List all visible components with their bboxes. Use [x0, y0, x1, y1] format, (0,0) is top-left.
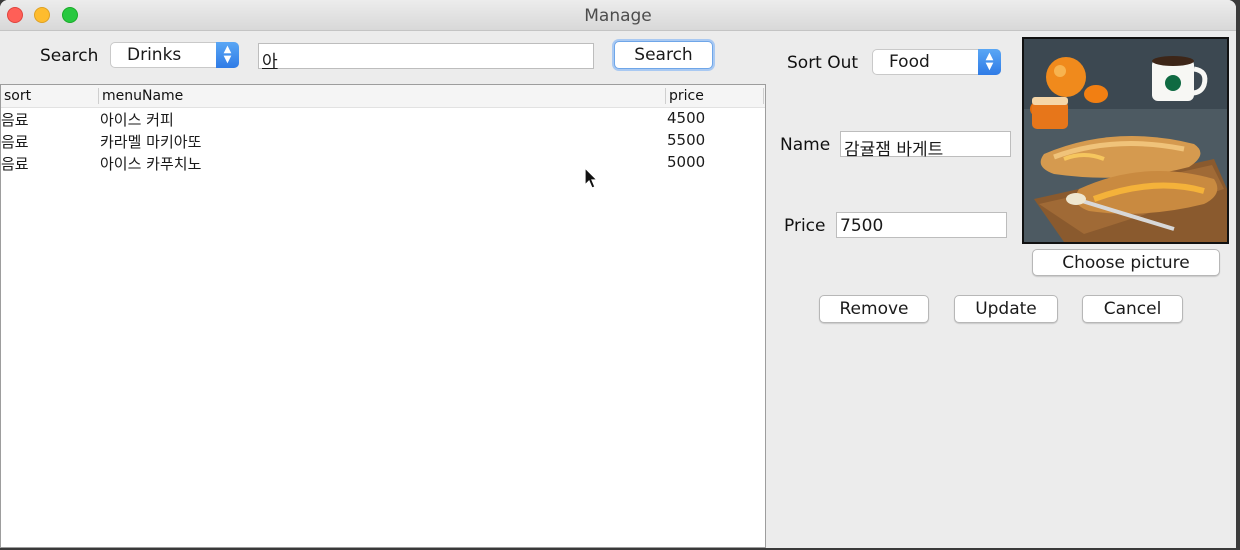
- column-header-menuname[interactable]: menuName: [102, 88, 183, 104]
- cell-price: 5000: [667, 153, 706, 171]
- price-field[interactable]: 7500: [836, 212, 1007, 238]
- cell-sort: 음료: [1, 155, 29, 173]
- cell-menuname: 카라멜 마키아또: [100, 133, 202, 151]
- menu-table[interactable]: sort menuName price 음료 아이스 커피 4500 음료 카라…: [0, 84, 766, 548]
- sort-out-label: Sort Out: [787, 53, 859, 73]
- search-category-value: Drinks: [127, 45, 182, 65]
- price-label: Price: [784, 216, 826, 236]
- update-button[interactable]: Update: [954, 295, 1058, 323]
- title-bar[interactable]: Manage: [0, 0, 1236, 31]
- search-input-value: 아: [262, 52, 278, 72]
- name-field[interactable]: 감귤잼 바게트: [840, 131, 1011, 160]
- cell-price: 5500: [667, 131, 706, 149]
- table-row[interactable]: 음료 아이스 커피 4500: [1, 108, 765, 130]
- search-category-select[interactable]: Drinks ▲ ▼: [110, 42, 239, 68]
- chevron-updown-icon: ▲ ▼: [978, 49, 1001, 75]
- column-divider: [665, 88, 666, 104]
- sort-out-value: Food: [889, 52, 930, 72]
- manage-window: Manage Search Drinks ▲ ▼ 아 Search sort me…: [0, 0, 1236, 548]
- column-divider: [763, 88, 764, 104]
- cell-menuname: 아이스 카푸치노: [100, 155, 202, 173]
- search-button[interactable]: Search: [614, 41, 713, 69]
- name-label: Name: [780, 135, 831, 155]
- column-divider: [98, 88, 99, 104]
- column-header-sort[interactable]: sort: [4, 88, 31, 104]
- column-header-price[interactable]: price: [669, 88, 704, 104]
- cell-price: 4500: [667, 109, 706, 127]
- food-photo-image: [1024, 39, 1227, 242]
- cell-menuname: 아이스 커피: [100, 111, 174, 129]
- chevron-updown-icon: ▲ ▼: [216, 42, 239, 68]
- sort-out-select[interactable]: Food ▲ ▼: [872, 49, 1001, 75]
- cancel-button[interactable]: Cancel: [1082, 295, 1183, 323]
- search-label: Search: [40, 46, 99, 66]
- window-title: Manage: [584, 6, 652, 26]
- choose-picture-button[interactable]: Choose picture: [1032, 249, 1220, 276]
- menu-picture: [1022, 37, 1229, 244]
- table-row[interactable]: 음료 아이스 카푸치노 5000: [1, 152, 765, 174]
- table-row[interactable]: 음료 카라멜 마키아또 5500: [1, 130, 765, 152]
- mouse-pointer-icon: [584, 167, 599, 189]
- table-header: sort menuName price: [1, 85, 765, 108]
- search-input[interactable]: 아: [258, 43, 594, 72]
- cell-sort: 음료: [1, 133, 29, 151]
- cell-sort: 음료: [1, 111, 29, 129]
- remove-button[interactable]: Remove: [819, 295, 929, 323]
